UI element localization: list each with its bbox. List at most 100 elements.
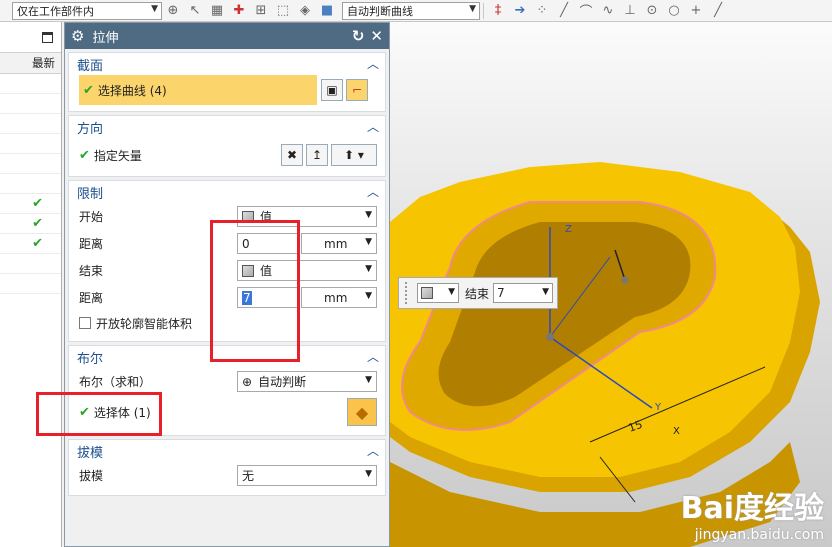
draft-group: 拔模 ︿ 拔模 无 ▼: [68, 439, 386, 496]
solid-icon[interactable]: ■: [318, 2, 336, 20]
start-unit-value: mm: [324, 236, 348, 251]
point-cloud-icon[interactable]: ⁘: [533, 2, 551, 20]
chevron-down-icon: ▼: [542, 287, 550, 297]
vector-type-dropdown[interactable]: ⬆ ▾: [331, 144, 377, 166]
arc-icon[interactable]: ⌒: [577, 2, 595, 20]
column-latest: 最新: [32, 56, 55, 70]
cross-icon[interactable]: +: [687, 2, 705, 20]
gear-icon: ⚙: [71, 27, 85, 45]
navigator-column-header[interactable]: 最新: [0, 52, 61, 74]
end-unit-value: mm: [324, 290, 348, 305]
table-row[interactable]: ✔: [0, 234, 61, 254]
chevron-up-icon[interactable]: ︿: [367, 118, 379, 135]
reset-icon[interactable]: ↻: [352, 27, 365, 45]
axis-x-label: X: [673, 426, 680, 437]
table-row[interactable]: [0, 134, 61, 154]
chevron-down-icon: ▼: [469, 3, 476, 14]
arrow-right-icon[interactable]: ➔: [511, 2, 529, 20]
start-label: 开始: [79, 210, 104, 224]
filter-icon[interactable]: ⊞: [252, 2, 270, 20]
draft-group-header[interactable]: 拔模 ︿: [69, 440, 385, 462]
origin-handle[interactable]: [546, 333, 554, 341]
vector-dialog-button[interactable]: ↥: [306, 144, 328, 166]
center-icon[interactable]: ⊙: [643, 2, 661, 20]
maximize-icon[interactable]: [42, 31, 53, 43]
direction-group: 方向 ︿ ✔ 指定矢量 ✖ ↥ ⬆ ▾: [68, 115, 386, 177]
table-row[interactable]: ✔: [0, 194, 61, 214]
direction-group-header[interactable]: 方向 ︿: [69, 116, 385, 138]
curve-rule-dropdown[interactable]: 自动判断曲线 ▼: [342, 1, 480, 20]
axis-z-label: Z: [565, 224, 572, 235]
selection-scope-dropdown[interactable]: 仅在工作部件内 ▼: [12, 1, 162, 20]
chevron-up-icon[interactable]: ︿: [367, 442, 379, 459]
select-curve-row[interactable]: ✔ 选择曲线 (4): [79, 75, 317, 105]
circle-icon[interactable]: ○: [665, 2, 683, 20]
section-group-header[interactable]: 截面 ︿: [69, 53, 385, 75]
check-icon: ✔: [32, 196, 43, 211]
separator: [483, 2, 484, 19]
part-navigator: 最新 ✔ ✔ ✔: [0, 22, 62, 547]
boolean-value: 自动判断: [258, 375, 307, 389]
boolean-dropdown[interactable]: ⊕ 自动判断 ▼: [237, 371, 377, 392]
open-profile-label: 开放轮廓智能体积: [96, 316, 193, 331]
end-unit-dropdown[interactable]: mm ▼: [301, 287, 377, 308]
tangent-icon[interactable]: ⊥: [621, 2, 639, 20]
boolean-group-title: 布尔: [77, 351, 104, 367]
chevron-down-icon: ▼: [448, 287, 455, 297]
onscreen-type-dropdown[interactable]: ▼: [417, 283, 459, 303]
start-distance-label: 距离: [79, 237, 104, 251]
chevron-down-icon: ▼: [365, 375, 372, 385]
pointer-icon[interactable]: ↖: [186, 2, 204, 20]
chevron-up-icon[interactable]: ︿: [367, 183, 379, 200]
table-row[interactable]: [0, 154, 61, 174]
chevron-down-icon: ▼: [365, 264, 372, 274]
boolean-label: 布尔（求和）: [79, 375, 152, 389]
plus-icon[interactable]: ✚: [230, 2, 248, 20]
draft-dropdown[interactable]: 无 ▼: [237, 465, 377, 486]
line-icon[interactable]: ╱: [555, 2, 573, 20]
drag-grip-icon[interactable]: [405, 282, 409, 304]
table-row[interactable]: [0, 114, 61, 134]
start-unit-dropdown[interactable]: mm ▼: [301, 233, 377, 254]
select-curve-label: 选择曲线 (4): [97, 83, 167, 98]
table-row[interactable]: [0, 74, 61, 94]
check-icon: ✔: [83, 82, 94, 98]
table-row[interactable]: ✔: [0, 214, 61, 234]
highlight-box-limits: [210, 220, 300, 362]
watermark-logo: Bai度经验: [680, 491, 824, 526]
box-select-icon[interactable]: ⬚: [274, 2, 292, 20]
limits-group-header[interactable]: 限制 ︿: [69, 181, 385, 203]
intersection-icon[interactable]: ‡: [489, 2, 507, 20]
chevron-up-icon[interactable]: ︿: [367, 348, 379, 365]
chevron-up-icon[interactable]: ︿: [367, 55, 379, 72]
onscreen-end-value: 7: [497, 286, 505, 300]
select-body-button[interactable]: ◆: [347, 398, 377, 426]
section-group-title: 截面: [77, 58, 104, 74]
onscreen-end-label: 结束: [465, 286, 490, 301]
sketch-section-button[interactable]: ▣: [321, 79, 343, 101]
watermark-url: jingyan.baidu.com: [694, 527, 824, 543]
curve-button[interactable]: ⌐: [346, 79, 368, 101]
draft-value: 无: [242, 469, 255, 483]
spline-icon[interactable]: ∿: [599, 2, 617, 20]
reverse-direction-button[interactable]: ✖: [281, 144, 303, 166]
boolean-auto-icon: ⊕: [242, 374, 253, 389]
onscreen-input-bar[interactable]: ▼ 结束 7 ▼: [398, 277, 558, 309]
open-profile-checkbox[interactable]: [79, 317, 91, 329]
table-row[interactable]: [0, 274, 61, 294]
cube-icon[interactable]: ◈: [296, 2, 314, 20]
table-row[interactable]: [0, 174, 61, 194]
onscreen-end-input[interactable]: 7 ▼: [493, 283, 554, 303]
chevron-down-icon: ▼: [365, 291, 372, 301]
snap-icon[interactable]: ⊕: [164, 2, 182, 20]
highlight-box-boolean: [36, 392, 162, 436]
grid-icon[interactable]: ▦: [208, 2, 226, 20]
table-row[interactable]: [0, 94, 61, 114]
chevron-down-icon: ▼: [151, 3, 158, 14]
diagonal-icon[interactable]: ╱: [709, 2, 727, 20]
value-cube-icon: [421, 287, 433, 299]
close-icon[interactable]: ✕: [370, 27, 383, 45]
distance-handle[interactable]: [621, 276, 629, 284]
table-row[interactable]: [0, 254, 61, 274]
curve-rule-value: 自动判断曲线: [347, 4, 413, 18]
